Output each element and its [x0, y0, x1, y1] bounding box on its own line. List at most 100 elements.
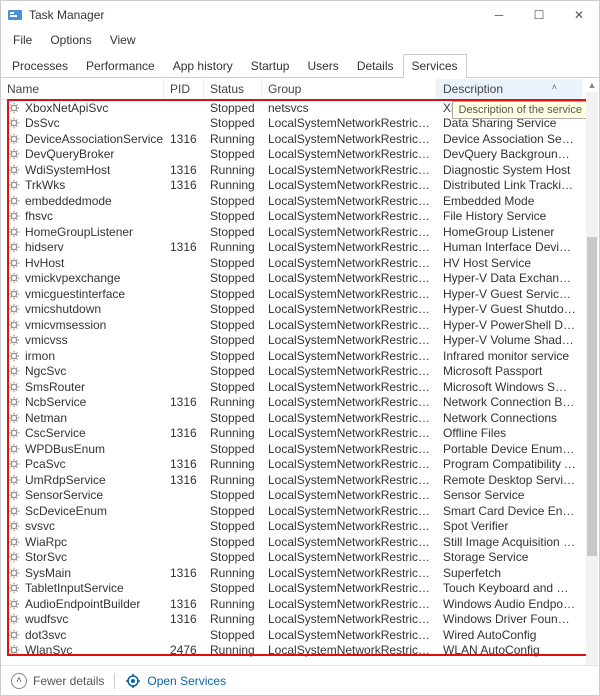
service-name: svsvc	[25, 519, 55, 533]
table-row[interactable]: vmicvmsessionStoppedLocalSystemNetworkRe…	[1, 317, 599, 333]
table-row[interactable]: SensorServiceStoppedLocalSystemNetworkRe…	[1, 488, 599, 504]
cell-group: LocalSystemNetworkRestricted	[262, 628, 437, 642]
table-row[interactable]: NetmanStoppedLocalSystemNetworkRestricte…	[1, 410, 599, 426]
table-row[interactable]: WdiSystemHost1316RunningLocalSystemNetwo…	[1, 162, 599, 178]
tab-users[interactable]: Users	[298, 54, 347, 78]
table-row[interactable]: NgcSvcStoppedLocalSystemNetworkRestricte…	[1, 364, 599, 380]
cell-description: Windows Driver Foundation - User-m...	[437, 612, 582, 626]
gear-icon	[7, 302, 21, 316]
cell-description: Microsoft Windows SMS Router Servi...	[437, 380, 582, 394]
cell-pid: 1316	[164, 240, 204, 254]
cell-group: LocalSystemNetworkRestricted	[262, 504, 437, 518]
table-body: XboxNetApiSvcStoppednetsvcsXbox Live Net…	[1, 100, 599, 658]
table-row[interactable]: svsvcStoppedLocalSystemNetworkRestricted…	[1, 519, 599, 535]
table-row[interactable]: wudfsvc1316RunningLocalSystemNetworkRest…	[1, 612, 599, 628]
table-row[interactable]: AudioEndpointBuilder1316RunningLocalSyst…	[1, 596, 599, 612]
cell-name: embeddedmode	[1, 194, 164, 208]
menu-file[interactable]: File	[5, 31, 40, 49]
cell-status: Running	[204, 163, 262, 177]
service-name: NcbService	[25, 395, 86, 409]
minimize-button[interactable]: ─	[479, 4, 519, 26]
scroll-thumb[interactable]	[587, 237, 597, 556]
tab-app-history[interactable]: App history	[164, 54, 242, 78]
table-row[interactable]: HomeGroupListenerStoppedLocalSystemNetwo…	[1, 224, 599, 240]
table-row[interactable]: WiaRpcStoppedLocalSystemNetworkRestricte…	[1, 534, 599, 550]
maximize-button[interactable]: ☐	[519, 4, 559, 26]
gear-icon	[7, 581, 21, 595]
table-row[interactable]: vmicvssStoppedLocalSystemNetworkRestrict…	[1, 333, 599, 349]
table-row[interactable]: hidserv1316RunningLocalSystemNetworkRest…	[1, 240, 599, 256]
tab-services[interactable]: Services	[403, 54, 467, 78]
table-row[interactable]: HvHostStoppedLocalSystemNetworkRestricte…	[1, 255, 599, 271]
open-services-link[interactable]: Open Services	[125, 673, 226, 689]
cell-name: vmicvmsession	[1, 318, 164, 332]
cell-description: Spot Verifier	[437, 519, 582, 533]
cell-group: LocalSystemNetworkRestricted	[262, 550, 437, 564]
column-tooltip: Description of the service	[452, 101, 590, 119]
cell-description: HV Host Service	[437, 256, 582, 270]
vertical-scrollbar[interactable]: ▲ ▼	[586, 78, 598, 686]
scroll-up-icon[interactable]: ▲	[586, 78, 598, 92]
close-button[interactable]: ✕	[559, 4, 599, 26]
cell-name: DevQueryBroker	[1, 147, 164, 161]
table-row[interactable]: vmicshutdownStoppedLocalSystemNetworkRes…	[1, 302, 599, 318]
tab-processes[interactable]: Processes	[3, 54, 77, 78]
gear-icon	[7, 287, 21, 301]
table-row[interactable]: WPDBusEnumStoppedLocalSystemNetworkRestr…	[1, 441, 599, 457]
service-name: vmicvss	[25, 333, 68, 347]
scroll-track[interactable]	[586, 92, 598, 672]
service-name: CscService	[25, 426, 86, 440]
cell-name: StorSvc	[1, 550, 164, 564]
cell-name: CscService	[1, 426, 164, 440]
table-row[interactable]: vmicguestinterfaceStoppedLocalSystemNetw…	[1, 286, 599, 302]
table-row[interactable]: StorSvcStoppedLocalSystemNetworkRestrict…	[1, 550, 599, 566]
cell-status: Stopped	[204, 318, 262, 332]
table-row[interactable]: WlanSvc2476RunningLocalSystemNetworkRest…	[1, 643, 599, 659]
table-row[interactable]: CscService1316RunningLocalSystemNetworkR…	[1, 426, 599, 442]
menu-view[interactable]: View	[102, 31, 144, 49]
table-row[interactable]: DevQueryBrokerStoppedLocalSystemNetworkR…	[1, 147, 599, 163]
tab-startup[interactable]: Startup	[242, 54, 299, 78]
col-description[interactable]: Description ˄	[437, 79, 582, 99]
cell-description: Human Interface Device Service	[437, 240, 582, 254]
col-pid[interactable]: PID	[164, 79, 204, 99]
table-row[interactable]: SysMain1316RunningLocalSystemNetworkRest…	[1, 565, 599, 581]
service-name: TabletInputService	[25, 581, 124, 595]
service-name: vmicvmsession	[25, 318, 106, 332]
cell-group: LocalSystemNetworkRestricted	[262, 302, 437, 316]
cell-group: LocalSystemNetworkRestricted	[262, 225, 437, 239]
gear-icon	[7, 457, 21, 471]
cell-name: AudioEndpointBuilder	[1, 597, 164, 611]
table-row[interactable]: dot3svcStoppedLocalSystemNetworkRestrict…	[1, 627, 599, 643]
fewer-details-button[interactable]: ˄ Fewer details	[11, 673, 104, 689]
table-row[interactable]: SmsRouterStoppedLocalSystemNetworkRestri…	[1, 379, 599, 395]
gear-icon	[7, 209, 21, 223]
table-row[interactable]: ScDeviceEnumStoppedLocalSystemNetworkRes…	[1, 503, 599, 519]
table-row[interactable]: vmickvpexchangeStoppedLocalSystemNetwork…	[1, 271, 599, 287]
service-name: DeviceAssociationService	[25, 132, 163, 146]
table-row[interactable]: UmRdpService1316RunningLocalSystemNetwor…	[1, 472, 599, 488]
table-row[interactable]: embeddedmodeStoppedLocalSystemNetworkRes…	[1, 193, 599, 209]
cell-name: WPDBusEnum	[1, 442, 164, 456]
service-name: dot3svc	[25, 628, 66, 642]
cell-name: PcaSvc	[1, 457, 164, 471]
table-row[interactable]: TabletInputServiceStoppedLocalSystemNetw…	[1, 581, 599, 597]
col-status[interactable]: Status	[204, 79, 262, 99]
menu-options[interactable]: Options	[42, 31, 99, 49]
chevron-up-icon: ˄	[11, 673, 27, 689]
table-row[interactable]: irmonStoppedLocalSystemNetworkRestricted…	[1, 348, 599, 364]
table-row[interactable]: PcaSvc1316RunningLocalSystemNetworkRestr…	[1, 457, 599, 473]
tab-details[interactable]: Details	[348, 54, 403, 78]
cell-description: Still Image Acquisition Events	[437, 535, 582, 549]
cell-name: NcbService	[1, 395, 164, 409]
tab-performance[interactable]: Performance	[77, 54, 164, 78]
col-name[interactable]: Name	[1, 79, 164, 99]
table-row[interactable]: TrkWks1316RunningLocalSystemNetworkRestr…	[1, 178, 599, 194]
cell-group: LocalSystemNetworkRestricted	[262, 643, 437, 657]
cell-group: LocalSystemNetworkRestricted	[262, 566, 437, 580]
table-row[interactable]: NcbService1316RunningLocalSystemNetworkR…	[1, 395, 599, 411]
col-group[interactable]: Group	[262, 79, 437, 99]
table-row[interactable]: fhsvcStoppedLocalSystemNetworkRestricted…	[1, 209, 599, 225]
cell-group: LocalSystemNetworkRestricted	[262, 395, 437, 409]
table-row[interactable]: DeviceAssociationService1316RunningLocal…	[1, 131, 599, 147]
